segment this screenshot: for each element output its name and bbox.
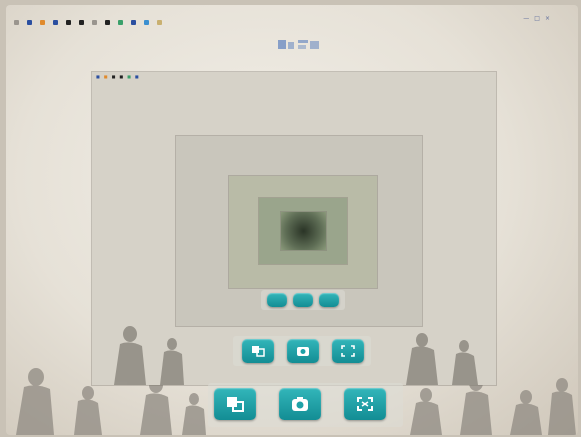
fullscreen-icon (357, 397, 373, 411)
fullscreen-button[interactable] (344, 388, 386, 420)
bookmark-item[interactable] (53, 19, 60, 25)
switch-camera-button[interactable] (214, 388, 256, 420)
site-logo (276, 37, 326, 53)
maximize-button[interactable]: □ (534, 15, 540, 22)
bookmark-item[interactable] (157, 19, 164, 25)
snapshot-button-nested[interactable] (287, 339, 319, 363)
logo-mark-icon (278, 40, 319, 49)
close-button[interactable]: × (545, 15, 550, 22)
nested-frame-level-5 (281, 212, 326, 250)
camera-icon (292, 397, 308, 411)
bookmarks-bar (6, 15, 578, 29)
fullscreen-button-nested[interactable] (332, 339, 364, 363)
bookmark-item[interactable] (79, 19, 86, 25)
bookmark-item[interactable] (144, 19, 151, 25)
bookmark-item[interactable] (27, 19, 34, 25)
switch-camera-button-nested[interactable] (242, 339, 274, 363)
fullscreen-icon (341, 345, 355, 357)
bookmark-item[interactable] (14, 19, 21, 25)
camera-icon (297, 347, 309, 356)
bookmark-item[interactable] (92, 19, 99, 25)
switch-camera-icon (227, 397, 244, 412)
bookmark-item[interactable] (118, 19, 125, 25)
bookmark-item[interactable] (131, 19, 138, 25)
snapshot-button[interactable] (279, 388, 321, 420)
snapshot-button-nested[interactable] (293, 293, 313, 307)
bookmark-item[interactable] (66, 19, 73, 25)
bookmark-item[interactable] (40, 19, 47, 25)
minimize-button[interactable]: — (523, 15, 529, 22)
window-controls: — □ × (523, 15, 550, 22)
switch-camera-icon (252, 346, 265, 357)
switch-camera-button-nested[interactable] (267, 293, 287, 307)
fullscreen-button-nested[interactable] (319, 293, 339, 307)
bookmark-item[interactable] (105, 19, 112, 25)
